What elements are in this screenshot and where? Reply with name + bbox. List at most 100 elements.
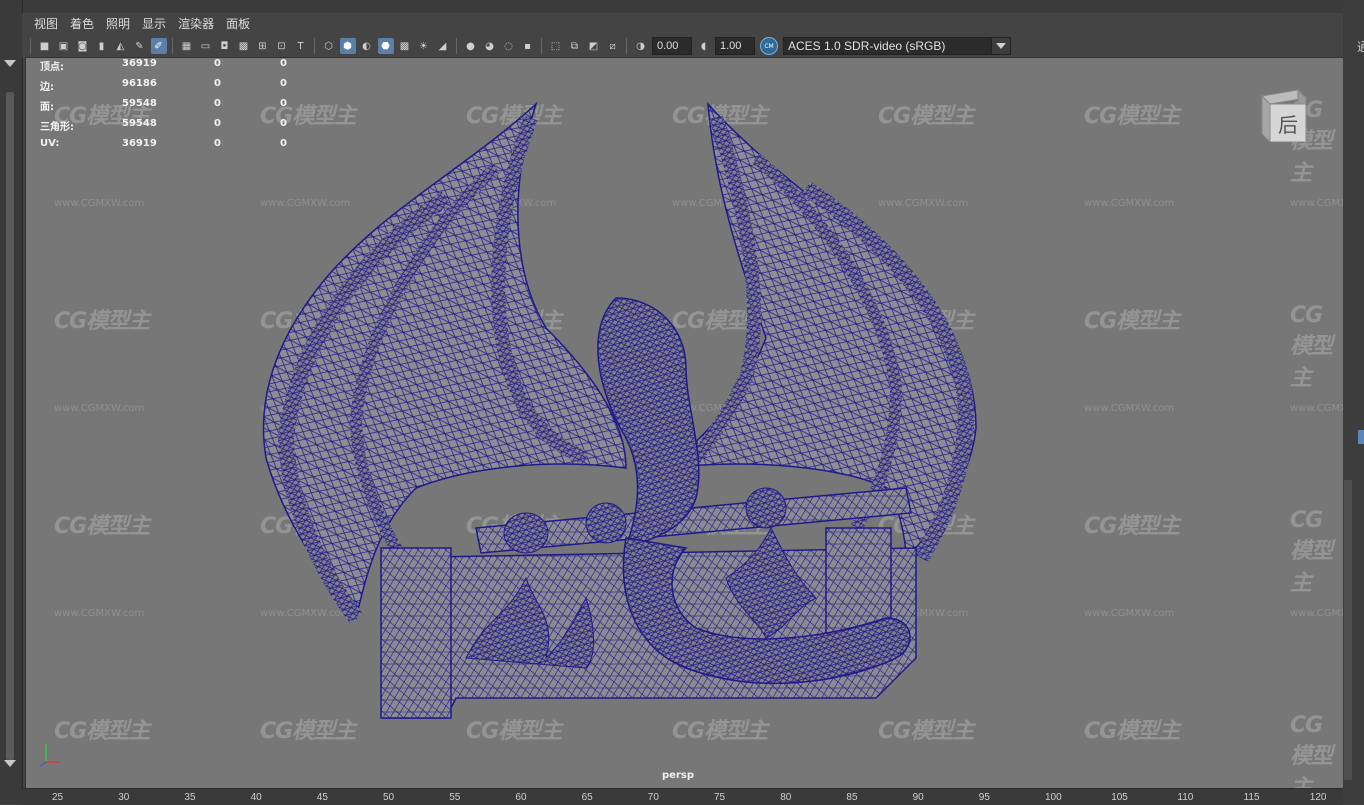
xray-icon[interactable]: ⧉	[567, 38, 583, 54]
textured-icon[interactable]: ▩	[397, 38, 413, 54]
scroll-knob-center	[585, 502, 627, 544]
left-tool-strip	[0, 0, 23, 804]
hud-value: 59548	[122, 98, 157, 109]
hud-label: 边:	[40, 82, 54, 93]
gamma-icon[interactable]: ◖	[696, 38, 712, 54]
time-ruler[interactable]: 25 30 35 40 45 50 55 60 65 70 75 80 85 90 95 100 105 110 1…	[22, 788, 1343, 805]
expand-arrow-icon[interactable]	[4, 760, 16, 767]
wireframe-icon[interactable]: ⬡	[321, 38, 337, 54]
ruler-tick-label: 75	[714, 792, 726, 803]
menu-view[interactable]: 视图	[22, 13, 64, 35]
axis-gizmo	[39, 744, 60, 767]
view-transform-select[interactable]: ACES 1.0 SDR-video (sRGB)	[783, 37, 1011, 55]
toolbar-separator	[172, 38, 173, 54]
hud-value: 0	[214, 58, 221, 69]
view-transform-value: ACES 1.0 SDR-video (sRGB)	[788, 39, 946, 53]
anti-aliasing-icon[interactable]: ◌	[501, 38, 517, 54]
safe-action-icon[interactable]: ⊡	[274, 38, 290, 54]
toolbar-separator	[626, 38, 627, 54]
bookmark-icon[interactable]: ▮	[94, 38, 110, 54]
hud-label: 顶点:	[40, 62, 64, 73]
panel-menu-bar: 视图 着色 照明 显示 渲染器 面板	[22, 13, 1343, 35]
hud-value: 0	[214, 118, 221, 129]
viewport-persp[interactable]: CG模型主 www.CGMXW.com CG模型主 www.CGMXW.com CG模型…	[25, 57, 1344, 790]
image-plane-icon[interactable]: ◭	[113, 38, 129, 54]
chevron-down-icon[interactable]	[991, 38, 1010, 54]
ruler-tick-label: 50	[383, 792, 395, 803]
menu-renderer[interactable]: 渲染器	[172, 13, 220, 35]
exposure-field[interactable]: 0.00	[652, 37, 692, 55]
toolbar-separator	[541, 38, 542, 54]
dragon-chest-model[interactable]	[26, 58, 1343, 789]
resolution-gate-icon[interactable]: ◘	[217, 38, 233, 54]
color-management-icon[interactable]: CM	[760, 37, 778, 55]
scroll-knob-right	[745, 487, 787, 529]
default-material-icon[interactable]: ◐	[359, 38, 375, 54]
hud-value: 0	[214, 78, 221, 89]
field-chart-icon[interactable]: ⊞	[255, 38, 271, 54]
hud-row-triangles: 三角形: 59548 0 0	[40, 118, 340, 138]
ruler-tick-label: 90	[912, 792, 924, 803]
menu-show[interactable]: 显示	[136, 13, 172, 35]
ruler-tick-label: 45	[316, 792, 328, 803]
menu-panels[interactable]: 面板	[220, 13, 256, 35]
grease-pencil-icon[interactable]: ✎	[132, 38, 148, 54]
screen-space-ao-icon[interactable]: ●	[463, 38, 479, 54]
ruler-tick-label: 95	[978, 792, 990, 803]
bookmark-camera-icon[interactable]: ◙	[75, 38, 91, 54]
ruler-tick-label: 120	[1309, 792, 1327, 803]
camera-label: persp	[662, 770, 694, 781]
hud-value: 36919	[122, 58, 157, 69]
motion-blur-icon[interactable]: ◕	[482, 38, 498, 54]
ruler-tick-label: 40	[250, 792, 262, 803]
gate-mask-icon[interactable]: ▩	[236, 38, 252, 54]
title-strip	[0, 0, 1364, 13]
gamma-field[interactable]: 1.00	[715, 37, 755, 55]
smooth-shade-icon[interactable]: ⬢	[339, 38, 356, 54]
ruler-tick-label: 30	[118, 792, 130, 803]
hud-label: UV:	[40, 138, 60, 149]
ruler-tick-label: 60	[515, 792, 527, 803]
isolate-select-icon[interactable]: ⬚	[548, 38, 564, 54]
hud-value: 96186	[122, 78, 157, 89]
menu-lighting[interactable]: 照明	[100, 13, 136, 35]
panel-toolbar: ■ ▣ ◙ ▮ ◭ ✎ ✐ ▦ ▭ ◘ ▩ ⊞ ⊡ T ⬡ ⬢ ◐ ⬣ ▩ ☀ …	[22, 35, 1343, 57]
xray-active-icon[interactable]: ◩	[586, 38, 602, 54]
ruler-tick-label: 110	[1177, 792, 1194, 803]
right-scrollbar[interactable]	[1344, 480, 1352, 780]
camera-attributes-icon[interactable]: ▣	[56, 38, 72, 54]
hud-value: 0	[280, 58, 287, 69]
right-wing	[663, 101, 977, 560]
hud-value: 59548	[122, 118, 157, 129]
wireframe-on-shaded-icon[interactable]: ⬣	[377, 38, 394, 54]
toolbar-separator	[30, 38, 31, 54]
left-scrollbar[interactable]	[6, 92, 14, 760]
ruler-tick-label: 65	[581, 792, 593, 803]
scroll-knob-left	[503, 512, 549, 554]
shadows-icon[interactable]: ◢	[435, 38, 451, 54]
2d-pan-zoom-icon[interactable]: ✐	[150, 38, 167, 54]
grid-icon[interactable]: ▦	[179, 38, 195, 54]
hud-value: 0	[214, 98, 221, 109]
ruler-tick-label: 70	[647, 792, 659, 803]
depth-of-field-icon[interactable]: ▪	[520, 38, 536, 54]
xray-joints-icon[interactable]: ⧄	[605, 38, 621, 54]
ruler-tick-label: 35	[184, 792, 196, 803]
menu-shading[interactable]: 着色	[64, 13, 100, 35]
hud-value: 0	[280, 138, 287, 149]
ruler-tick-label: 115	[1243, 792, 1260, 803]
ruler-tick-label: 85	[846, 792, 858, 803]
collapse-arrow-icon[interactable]	[4, 60, 16, 67]
ruler-tick-label: 105	[1111, 792, 1128, 803]
chest-left-post	[380, 547, 452, 719]
right-panel-strip: 通	[1343, 0, 1364, 804]
toolbar-separator	[314, 38, 315, 54]
safe-title-icon[interactable]: T	[293, 38, 309, 54]
view-cube[interactable]: 后	[1258, 88, 1308, 142]
use-all-lights-icon[interactable]: ☀	[416, 38, 432, 54]
exposure-icon[interactable]: ◑	[633, 38, 649, 54]
ruler-tick-label: 55	[449, 792, 461, 803]
hud-value: 0	[280, 118, 287, 129]
film-gate-icon[interactable]: ▭	[198, 38, 214, 54]
select-camera-icon[interactable]: ■	[37, 38, 53, 54]
